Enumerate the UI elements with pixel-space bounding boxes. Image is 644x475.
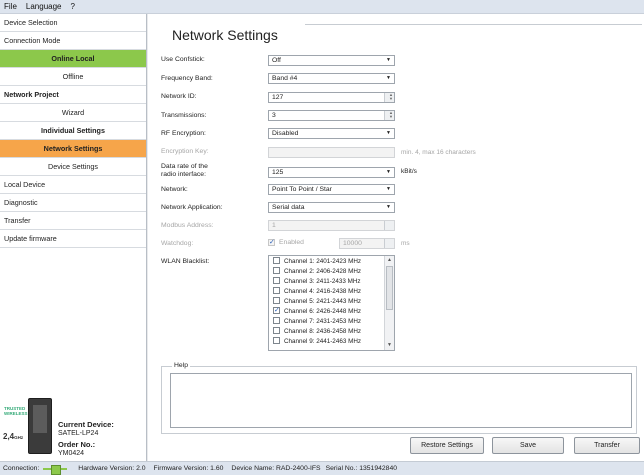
sidebar-item-individual-settings[interactable]: Individual Settings: [0, 122, 146, 140]
use-confstick-select[interactable]: Off: [268, 55, 395, 66]
network-id-label: Network ID:: [161, 93, 197, 100]
help-label: Help: [172, 362, 190, 369]
page-title: Network Settings: [168, 27, 282, 43]
section-divider: [305, 24, 642, 25]
menu-file[interactable]: File: [0, 2, 22, 11]
data-rate-select[interactable]: 125: [268, 167, 395, 178]
sidebar-item-connection-mode[interactable]: Connection Mode: [0, 32, 146, 50]
device-image: [28, 398, 52, 454]
encryption-key-hint: min. 4, max 16 characters: [401, 149, 476, 156]
sidebar-item-update-firmware[interactable]: Update firmware: [0, 230, 146, 248]
channel-checkbox[interactable]: [273, 327, 280, 334]
network-id-value: 127: [272, 94, 284, 101]
wlan-channel-4[interactable]: Channel 4: 2416-2438 MHz: [273, 287, 361, 295]
sidebar: Device Selection Connection Mode Online …: [0, 14, 147, 461]
current-device-panel: TRUSTED WIRELESS 2,4GHz Current Device: …: [0, 392, 147, 460]
data-rate-unit: kBit/s: [401, 168, 417, 175]
sidebar-item-network-project[interactable]: Network Project: [0, 86, 146, 104]
sidebar-item-offline[interactable]: Offline: [0, 68, 146, 86]
spin-down-icon[interactable]: ▼: [389, 115, 393, 119]
sidebar-item-device-selection[interactable]: Device Selection: [0, 14, 146, 32]
sidebar-item-network-settings[interactable]: Network Settings: [0, 140, 146, 158]
sidebar-item-device-settings[interactable]: Device Settings: [0, 158, 146, 176]
wlan-channel-6[interactable]: Channel 6: 2426-2448 MHz: [273, 306, 361, 315]
channel-checkbox[interactable]: [273, 337, 280, 344]
menu-help[interactable]: ?: [66, 2, 79, 11]
channel-checkbox[interactable]: [273, 257, 280, 264]
transmissions-value: 3: [272, 112, 276, 119]
order-number-label: Order No.:: [58, 440, 96, 449]
wlan-blacklist-label: WLAN Blacklist:: [161, 258, 210, 265]
connection-icon: [43, 464, 68, 475]
channel-checkbox[interactable]: [273, 317, 280, 324]
modbus-address-spinner[interactable]: 1: [268, 220, 395, 231]
help-text-area: [170, 373, 632, 428]
sidebar-item-local-device[interactable]: Local Device: [0, 176, 146, 194]
data-rate-label-line1: Data rate of the: [161, 163, 208, 170]
wlan-blacklist-list[interactable]: Channel 1: 2401-2423 MHz Channel 2: 2406…: [268, 255, 395, 351]
channel-checkbox[interactable]: [273, 297, 280, 304]
transfer-button[interactable]: Transfer: [574, 437, 640, 454]
network-application-label: Network Application:: [161, 204, 223, 211]
wlan-channel-5[interactable]: Channel 5: 2421-2443 MHz: [273, 297, 361, 305]
network-label: Network:: [161, 186, 188, 193]
use-confstick-label: Use Confstick:: [161, 56, 205, 63]
restore-settings-button[interactable]: Restore Settings: [410, 437, 484, 454]
channel-checkbox[interactable]: [273, 306, 280, 314]
hardware-version: Hardware Version: 2.0: [78, 465, 146, 472]
scroll-thumb[interactable]: [386, 266, 393, 310]
channel-checkbox[interactable]: [273, 267, 280, 274]
rf-encryption-label: RF Encryption:: [161, 130, 206, 137]
spin-down-icon[interactable]: ▼: [389, 97, 393, 101]
wlan-channel-3[interactable]: Channel 3: 2411-2433 MHz: [273, 277, 361, 285]
watchdog-enabled-label: Enabled: [279, 239, 304, 246]
watchdog-unit: ms: [401, 240, 410, 247]
watchdog-label: Watchdog:: [161, 240, 194, 247]
wlan-channel-1[interactable]: Channel 1: 2401-2423 MHz: [273, 257, 361, 265]
transmissions-spinner[interactable]: 3 ▲ ▼: [268, 110, 395, 121]
current-device-value: SATEL-LP24: [58, 430, 99, 437]
sidebar-item-online-local[interactable]: Online Local: [0, 50, 146, 68]
watchdog-timeout-value: 10000: [343, 240, 362, 247]
wlan-channel-9[interactable]: Channel 9: 2441-2463 MHz: [273, 337, 361, 345]
connection-label: Connection:: [3, 465, 40, 472]
menu-bar: File Language ?: [0, 0, 644, 14]
transmissions-label: Transmissions:: [161, 112, 207, 119]
scroll-up-icon[interactable]: ▲: [387, 257, 392, 263]
rf-encryption-select[interactable]: Disabled: [268, 128, 395, 139]
frequency-band-select[interactable]: Band #4: [268, 73, 395, 84]
sidebar-item-transfer[interactable]: Transfer: [0, 212, 146, 230]
sidebar-item-diagnostic[interactable]: Diagnostic: [0, 194, 146, 212]
network-application-select[interactable]: Serial data: [268, 202, 395, 213]
modbus-address-label: Modbus Address:: [161, 222, 214, 229]
device-name: Device Name: RAD-2400-IFS: [231, 465, 321, 472]
wlan-scrollbar[interactable]: ▲ ▼: [384, 256, 394, 350]
channel-checkbox[interactable]: [273, 277, 280, 284]
current-device-label: Current Device:: [58, 420, 114, 429]
watchdog-enabled-checkbox[interactable]: [268, 238, 275, 246]
firmware-version: Firmware Version: 1.60: [153, 465, 224, 472]
channel-checkbox[interactable]: [273, 287, 280, 294]
menu-language[interactable]: Language: [22, 2, 67, 11]
network-select[interactable]: Point To Point / Star: [268, 184, 395, 195]
scroll-down-icon[interactable]: ▼: [387, 342, 392, 348]
band-badge: 2,4GHz: [3, 432, 24, 441]
encryption-key-input[interactable]: [268, 147, 395, 158]
wlan-channel-8[interactable]: Channel 8: 2436-2458 MHz: [273, 327, 361, 335]
data-rate-label-line2: radio interface:: [161, 171, 206, 178]
watchdog-timeout-spinner[interactable]: 10000: [339, 238, 395, 249]
wlan-channel-2[interactable]: Channel 2: 2406-2428 MHz: [273, 267, 361, 275]
brand-logo: TRUSTED WIRELESS: [4, 406, 28, 416]
order-number-value: YM0424: [58, 450, 85, 457]
status-bar: Connection: Hardware Version: 2.0 Firmwa…: [0, 461, 644, 475]
frequency-band-label: Frequency Band:: [161, 75, 213, 82]
wlan-channel-7[interactable]: Channel 7: 2431-2453 MHz: [273, 317, 361, 325]
network-id-spinner[interactable]: 127 ▲ ▼: [268, 92, 395, 103]
modbus-address-value: 1: [272, 222, 276, 229]
serial-number: Serial No.: 1351942840: [325, 465, 397, 472]
encryption-key-label: Encryption Key:: [161, 148, 209, 155]
sidebar-item-wizard[interactable]: Wizard: [0, 104, 146, 122]
save-button[interactable]: Save: [492, 437, 564, 454]
